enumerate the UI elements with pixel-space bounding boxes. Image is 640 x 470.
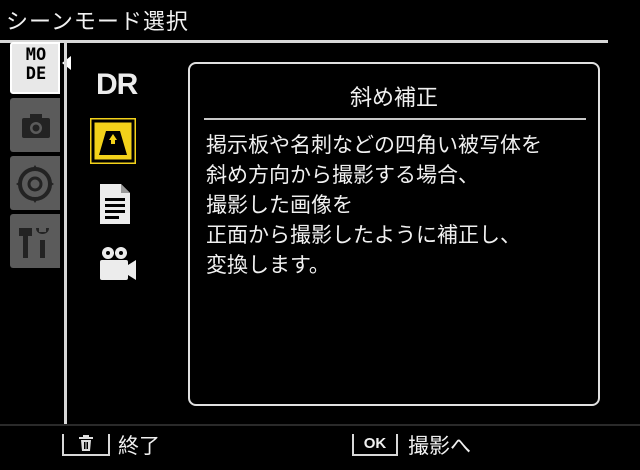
ok-key-label: OK: [363, 435, 387, 452]
tab-setup[interactable]: [10, 156, 60, 210]
wrench-icon: [19, 228, 49, 258]
scene-item-movie[interactable]: [86, 236, 144, 294]
scene-item-text[interactable]: [86, 176, 144, 234]
mode-icon: MO DE: [25, 45, 47, 84]
setup-dial-icon: [16, 165, 54, 203]
ok-button[interactable]: OK: [352, 434, 398, 456]
description-divider: [204, 118, 586, 120]
footer-divider: [0, 424, 640, 426]
description-panel: 斜め補正 掲示板や名刺などの四角い被写体を 斜め方向から撮影する場合、 撮影した…: [188, 62, 600, 406]
movie-camera-icon: [100, 247, 136, 280]
scene-item-skew-correction[interactable]: [86, 114, 144, 172]
end-label: 終了: [118, 434, 160, 458]
camera-icon: [22, 114, 50, 138]
scene-item-dr[interactable]: DR: [86, 58, 144, 116]
text-document-icon: [100, 184, 130, 224]
tab-tools[interactable]: [10, 214, 60, 268]
screen-title: シーンモード選択: [6, 10, 189, 35]
tab-camera[interactable]: [10, 98, 60, 152]
trash-icon: [79, 435, 93, 451]
description-body: 掲示板や名刺などの四角い被写体を 斜め方向から撮影する場合、 撮影した画像を 正…: [206, 133, 542, 277]
description-title: 斜め補正: [349, 86, 438, 111]
skew-correction-icon: [91, 119, 135, 163]
end-button[interactable]: [62, 434, 110, 456]
panel-divider: [64, 42, 67, 426]
dr-icon: DR: [96, 68, 138, 101]
tab-mode[interactable]: MO DE: [10, 42, 60, 94]
title-divider: [0, 40, 608, 43]
selection-highlight: [88, 116, 138, 166]
ok-label: 撮影へ: [408, 434, 471, 458]
